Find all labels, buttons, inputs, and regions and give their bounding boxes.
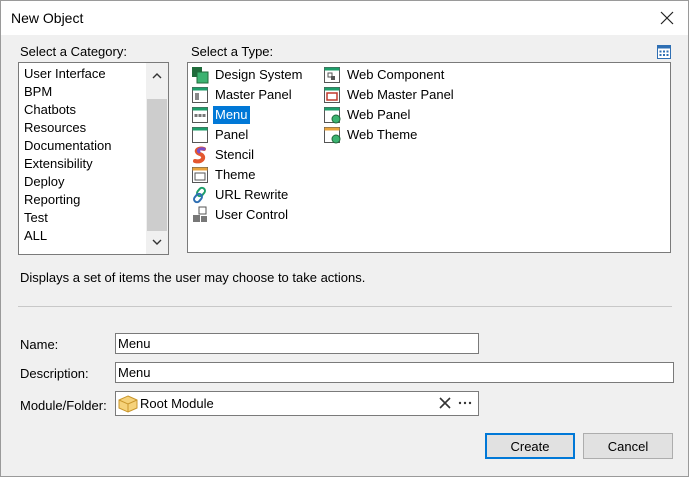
- url-rewrite-icon: [193, 186, 206, 204]
- type-item-web-theme[interactable]: Web Theme: [323, 125, 419, 145]
- panel-icon: [192, 127, 208, 143]
- cancel-button[interactable]: Cancel: [583, 433, 673, 459]
- type-item-design-system[interactable]: Design System: [191, 65, 304, 85]
- stencil-icon: [193, 146, 206, 164]
- category-scrollbar[interactable]: [146, 63, 168, 254]
- close-button[interactable]: [652, 5, 682, 31]
- category-item-extensibility[interactable]: Extensibility: [24, 155, 93, 173]
- type-item-panel[interactable]: Panel: [191, 125, 250, 145]
- type-list[interactable]: Design System Master Panel Menu Panel St…: [187, 62, 671, 253]
- type-item-user-control[interactable]: User Control: [191, 205, 290, 225]
- type-label: Select a Type:: [191, 44, 274, 59]
- module-label: Module/Folder:: [20, 398, 107, 413]
- web-component-icon: [324, 67, 340, 83]
- theme-icon: [192, 167, 208, 183]
- category-item-resources[interactable]: Resources: [24, 119, 86, 137]
- category-item-chatbots[interactable]: Chatbots: [24, 101, 76, 119]
- user-control-icon: [193, 206, 207, 222]
- web-panel-icon: [324, 107, 341, 124]
- name-field[interactable]: Menu: [115, 333, 479, 354]
- type-item-menu[interactable]: Menu: [191, 105, 250, 125]
- category-item-test[interactable]: Test: [24, 209, 48, 227]
- type-item-web-panel[interactable]: Web Panel: [323, 105, 412, 125]
- chevron-down-icon: [152, 239, 162, 245]
- module-value: Root Module: [140, 396, 214, 411]
- browse-module-button[interactable]: [458, 396, 472, 410]
- category-list[interactable]: User Interface BPM Chatbots Resources Do…: [18, 62, 169, 255]
- clear-module-button[interactable]: [438, 396, 452, 410]
- separator: [18, 306, 672, 307]
- create-button[interactable]: Create: [485, 433, 575, 459]
- chevron-up-icon: [152, 73, 162, 79]
- view-mode-icon[interactable]: [657, 45, 671, 59]
- master-panel-icon: [192, 87, 208, 103]
- dialog-title: New Object: [11, 10, 84, 26]
- category-item-reporting[interactable]: Reporting: [24, 191, 80, 209]
- scroll-up-button[interactable]: [146, 65, 168, 87]
- type-item-web-master-panel[interactable]: Web Master Panel: [323, 85, 456, 105]
- type-description: Displays a set of items the user may cho…: [20, 270, 366, 285]
- design-system-icon: [192, 67, 209, 84]
- type-item-theme[interactable]: Theme: [191, 165, 257, 185]
- type-item-url-rewrite[interactable]: URL Rewrite: [191, 185, 290, 205]
- web-theme-icon: [324, 127, 341, 144]
- type-item-master-panel[interactable]: Master Panel: [191, 85, 294, 105]
- category-item-documentation[interactable]: Documentation: [24, 137, 111, 155]
- category-item-deploy[interactable]: Deploy: [24, 173, 64, 191]
- title-bar: New Object: [1, 1, 688, 35]
- ellipsis-icon: [458, 401, 472, 405]
- name-label: Name:: [20, 337, 59, 352]
- description-field[interactable]: Menu: [115, 362, 674, 383]
- description-label: Description:: [20, 366, 89, 381]
- type-item-web-component[interactable]: Web Component: [323, 65, 446, 85]
- category-item-user-interface[interactable]: User Interface: [24, 65, 106, 83]
- web-master-panel-icon: [324, 87, 340, 103]
- menu-icon: [192, 107, 208, 123]
- category-label: Select a Category:: [20, 44, 127, 59]
- new-object-dialog: New Object Select a Category: User Inter…: [0, 0, 689, 477]
- scroll-down-button[interactable]: [146, 231, 168, 253]
- module-icon: [118, 394, 138, 413]
- type-item-stencil[interactable]: Stencil: [191, 145, 256, 165]
- category-item-bpm[interactable]: BPM: [24, 83, 52, 101]
- scrollbar-thumb[interactable]: [147, 99, 167, 231]
- module-field[interactable]: Root Module: [115, 391, 479, 416]
- close-icon: [660, 11, 674, 25]
- category-item-all[interactable]: ALL: [24, 227, 47, 245]
- clear-icon: [439, 397, 451, 409]
